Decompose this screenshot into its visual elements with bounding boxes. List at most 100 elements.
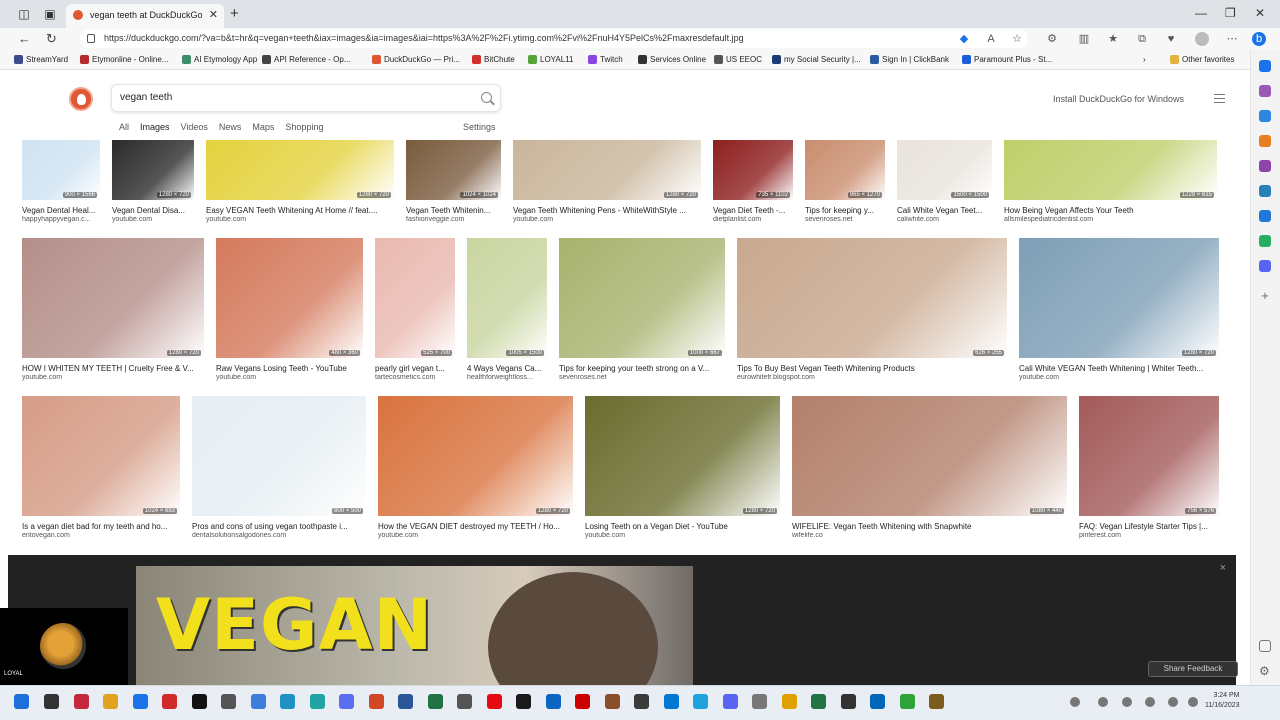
office-sidebar-icon[interactable] [1259, 160, 1271, 172]
image-result-card[interactable]: 1280 × 720 Vegan Teeth Whitening Pens - W… [513, 140, 701, 226]
image-result-card[interactable]: 900 × 1566 Vegan Dental Heal... happyhappy… [22, 140, 100, 226]
tab-actions-icon[interactable]: ▣ [42, 6, 58, 22]
result-title[interactable]: Vegan Dental Heal... [22, 206, 100, 215]
image-result-card[interactable]: 1024 × 1024 Vegan Teeth Whitenin... fashio… [406, 140, 501, 226]
other-favorites-folder[interactable]: Other favorites [1170, 54, 1234, 66]
image-result-card[interactable]: 626 × 255 Tips To Buy Best Vegan Teeth Wh… [737, 238, 1007, 384]
image-result-card[interactable]: 1280 × 720 Losing Teeth on a Vegan Diet -… [585, 396, 780, 542]
outlook-sidebar-icon[interactable] [1259, 210, 1271, 222]
image-result-card[interactable]: 1500 × 1500 Cali White Vegan Teet... caliw… [897, 140, 992, 226]
filter-tab-videos[interactable]: Videos [181, 122, 208, 132]
taskbar-app-icon[interactable] [929, 694, 944, 709]
filter-tab-news[interactable]: News [219, 122, 242, 132]
result-thumbnail[interactable]: 1000 × 667 [559, 238, 725, 358]
result-thumbnail[interactable]: 480 × 360 [216, 238, 363, 358]
taskbar-app-icon[interactable] [368, 694, 384, 709]
result-thumbnail[interactable]: 1280 × 720 [1019, 238, 1219, 358]
edge-drop-sidebar-icon[interactable] [1259, 185, 1271, 197]
result-title[interactable]: How the VEGAN DIET destroyed my TEETH / … [378, 522, 573, 531]
result-title[interactable]: Vegan Diet Teeth -... [713, 206, 793, 215]
search-icon[interactable] [481, 92, 492, 103]
result-title[interactable]: Tips for keeping your teeth strong on a … [559, 364, 725, 373]
minimize-icon[interactable]: — [1195, 6, 1207, 20]
taskbar-app-icon[interactable] [840, 694, 856, 709]
shopping-sidebar-icon[interactable] [1259, 85, 1271, 97]
result-thumbnail[interactable]: 756 × 576 [1079, 396, 1219, 516]
taskbar-app-icon[interactable] [722, 694, 738, 709]
filter-tab-all[interactable]: All [119, 122, 129, 132]
result-title[interactable]: Cali White VEGAN Teeth Whitening | White… [1019, 364, 1219, 373]
taskbar-app-icon[interactable] [604, 694, 620, 709]
filter-tab-shopping[interactable]: Shopping [285, 122, 323, 132]
bookmarks-overflow-chevron-icon[interactable]: › [1143, 54, 1146, 66]
taskbar-app-icon[interactable] [899, 694, 915, 709]
result-title[interactable]: Raw Vegans Losing Teeth - YouTube [216, 364, 363, 373]
close-preview-icon[interactable]: × [1220, 562, 1226, 574]
result-thumbnail[interactable]: 900 × 1566 [22, 140, 100, 200]
taskbar-app-icon[interactable] [870, 694, 885, 709]
taskbar-app-icon[interactable] [457, 694, 472, 709]
menu-dots-icon[interactable]: ⋯ [1225, 32, 1239, 46]
result-thumbnail[interactable]: 1005 × 1500 [467, 238, 547, 358]
taskbar-app-icon[interactable] [781, 694, 797, 709]
address-field[interactable]: https://duckduckgo.com/?va=b&t=hr&q=vega… [80, 29, 1028, 48]
taskbar-app-icon[interactable] [545, 694, 561, 709]
taskbar-app-icon[interactable] [191, 694, 207, 709]
performance-icon[interactable]: ♥ [1164, 32, 1178, 46]
bookmark-api-reference-op[interactable]: API Reference - Op... [262, 54, 350, 66]
taskbar-app-icon[interactable] [250, 694, 266, 709]
taskbar-app-icon[interactable] [486, 694, 502, 709]
result-title[interactable]: Tips for keeping y... [805, 206, 885, 215]
taskbar-app-icon[interactable] [752, 694, 767, 709]
add-sidebar-icon[interactable]: + [1259, 289, 1271, 302]
gear-icon[interactable]: ⚙ [1259, 665, 1271, 677]
taskbar-app-icon[interactable] [132, 694, 148, 709]
result-title[interactable]: Vegan Teeth Whitenin... [406, 206, 501, 215]
maps-sidebar-icon[interactable] [1259, 235, 1271, 247]
system-tray-icon[interactable] [1145, 697, 1155, 707]
taskbar-app-icon[interactable] [73, 694, 89, 709]
bookmark-bitchute[interactable]: BitChute [472, 54, 515, 66]
taskbar-app-icon[interactable] [575, 694, 590, 709]
image-result-card[interactable]: 1024 × 683 Is a vegan diet bad for my tee… [22, 396, 180, 542]
install-duckduckgo-link[interactable]: Install DuckDuckGo for Windows [1053, 94, 1184, 104]
active-tab[interactable]: vegan teeth at DuckDuckGo ✕ [66, 4, 224, 28]
result-title[interactable]: Is a vegan diet bad for my teeth and ho.… [22, 522, 180, 531]
refresh-icon[interactable]: ↻ [46, 31, 57, 47]
image-result-card[interactable]: 1080 × 440 WIFELIFE: Vegan Teeth Whitenin… [792, 396, 1067, 542]
image-result-card[interactable]: 1229 × 615 How Being Vegan Affects Your T… [1004, 140, 1217, 226]
split-screen-icon[interactable]: ▥ [1077, 32, 1091, 46]
system-clock[interactable]: 3:24 PM 11/16/2023 [1205, 691, 1240, 711]
image-result-card[interactable]: 1280 × 720 Easy VEGAN Teeth Whitening At … [206, 140, 394, 226]
system-tray-icon[interactable] [1122, 697, 1132, 707]
result-thumbnail[interactable]: 965 × 1270 [805, 140, 885, 200]
result-title[interactable]: WIFELIFE: Vegan Teeth Whitening with Sna… [792, 522, 1067, 531]
search-input[interactable]: vegan teeth [111, 84, 501, 112]
back-icon[interactable]: ← [18, 31, 31, 46]
bookmark-sign-in-clickbank[interactable]: Sign In | ClickBank [870, 54, 949, 66]
image-result-card[interactable]: 1000 × 667 Tips for keeping your teeth st… [559, 238, 725, 384]
bookmark-loyal11[interactable]: LOYAL11 [528, 54, 574, 66]
taskbar-app-icon[interactable] [693, 694, 708, 709]
result-thumbnail[interactable]: 525 × 700 [375, 238, 455, 358]
image-result-card[interactable]: 965 × 1270 Tips for keeping y... sevenrose… [805, 140, 885, 226]
taskbar-app-icon[interactable] [427, 694, 443, 709]
favorite-star-icon[interactable]: ☆ [1010, 32, 1024, 46]
taskbar-app-icon[interactable] [309, 694, 325, 709]
image-result-card[interactable]: 1005 × 1500 4 Ways Vegans Ca... healthforw… [467, 238, 547, 384]
image-result-card[interactable]: 1280 × 720 How the VEGAN DIET destroyed m… [378, 396, 573, 542]
image-result-card[interactable]: 1280 × 720 HOW I WHITEN MY TEETH | Cruelt… [22, 238, 204, 384]
image-result-card[interactable]: 480 × 360 Raw Vegans Losing Teeth - YouTu… [216, 238, 363, 384]
result-title[interactable]: Vegan Teeth Whitening Pens - WhiteWithSt… [513, 206, 701, 215]
sidebar-settings-icon[interactable] [1259, 640, 1271, 652]
result-thumbnail[interactable]: 1500 × 1500 [897, 140, 992, 200]
image-result-card[interactable]: 525 × 700 pearly girl vegan t... tartecosm… [375, 238, 455, 384]
taskbar-app-icon[interactable] [663, 694, 679, 709]
system-tray-icon[interactable] [1188, 697, 1198, 707]
bookmark-etymonline-online[interactable]: Etymonline - Online... [80, 54, 168, 66]
taskbar-app-icon[interactable] [339, 694, 354, 709]
bookmark-duckduckgo-pri[interactable]: DuckDuckGo — Pri... [372, 54, 460, 66]
search-sidebar-icon[interactable] [1259, 60, 1271, 72]
system-tray-icon[interactable] [1098, 697, 1108, 707]
result-thumbnail[interactable]: 1280 × 720 [22, 238, 204, 358]
